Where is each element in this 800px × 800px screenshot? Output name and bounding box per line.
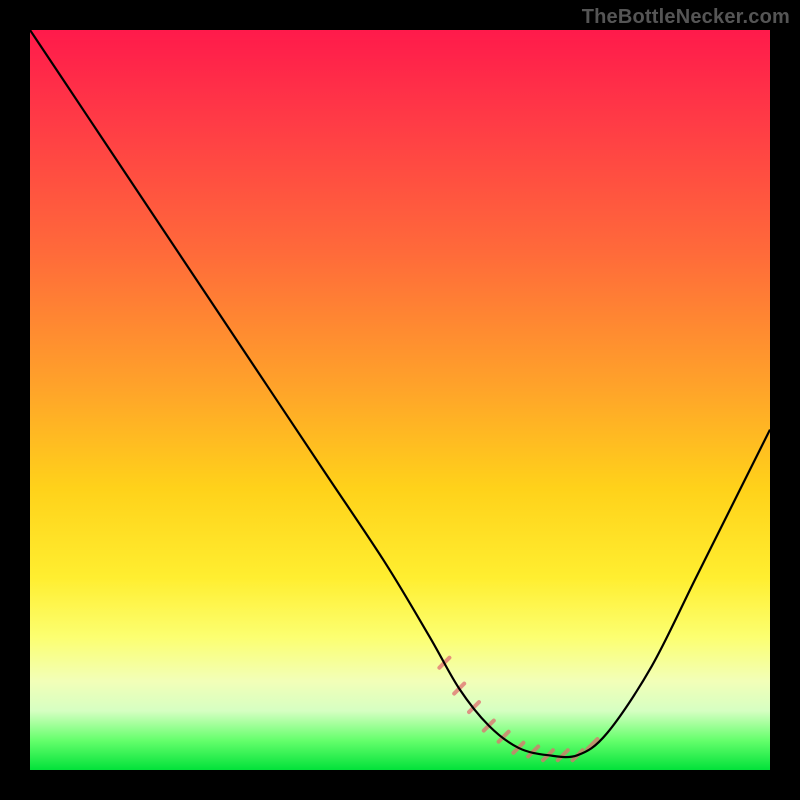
plot-area — [30, 30, 770, 770]
optimal-range-hashes — [439, 658, 597, 761]
curve-layer — [30, 30, 770, 770]
chart-container: TheBottleNecker.com — [0, 0, 800, 800]
bottleneck-curve — [30, 30, 770, 757]
attribution-label: TheBottleNecker.com — [582, 6, 790, 29]
